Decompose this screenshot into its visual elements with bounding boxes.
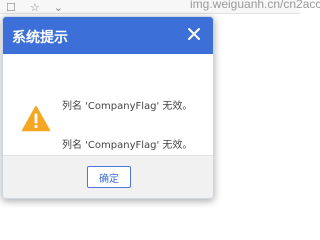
error-message: 列名 'CompanyFlag' 无效。 (62, 101, 193, 112)
dialog-header: 系统提示 (3, 17, 213, 54)
warning-icon (21, 105, 51, 132)
close-icon (188, 28, 200, 40)
address-bar-text[interactable]: img.weiguanh.cn/cn2acc (190, 0, 320, 11)
page-icon[interactable]: ☐ (6, 2, 16, 13)
star-icon[interactable]: ☆ (30, 2, 40, 13)
ok-button[interactable]: 确定 (87, 166, 131, 188)
browser-toolbar: ☐ ☆ ⌄ img.weiguanh.cn/cn2acc (0, 0, 320, 14)
error-message: 列名 'CompanyFlag' 无效。 (62, 140, 193, 151)
chevron-down-icon[interactable]: ⌄ (54, 2, 63, 13)
system-alert-dialog: 系统提示 列名 'CompanyFlag' 无效。 列名 'CompanyFla… (2, 16, 214, 199)
page-background (214, 14, 300, 216)
close-button[interactable] (185, 25, 203, 43)
dialog-footer: 确定 (3, 155, 213, 198)
browser-nav-icons: ☐ ☆ ⌄ (6, 0, 63, 14)
dialog-body: 列名 'CompanyFlag' 无效。 列名 'CompanyFlag' 无效… (3, 54, 213, 153)
dialog-title: 系统提示 (12, 30, 68, 46)
